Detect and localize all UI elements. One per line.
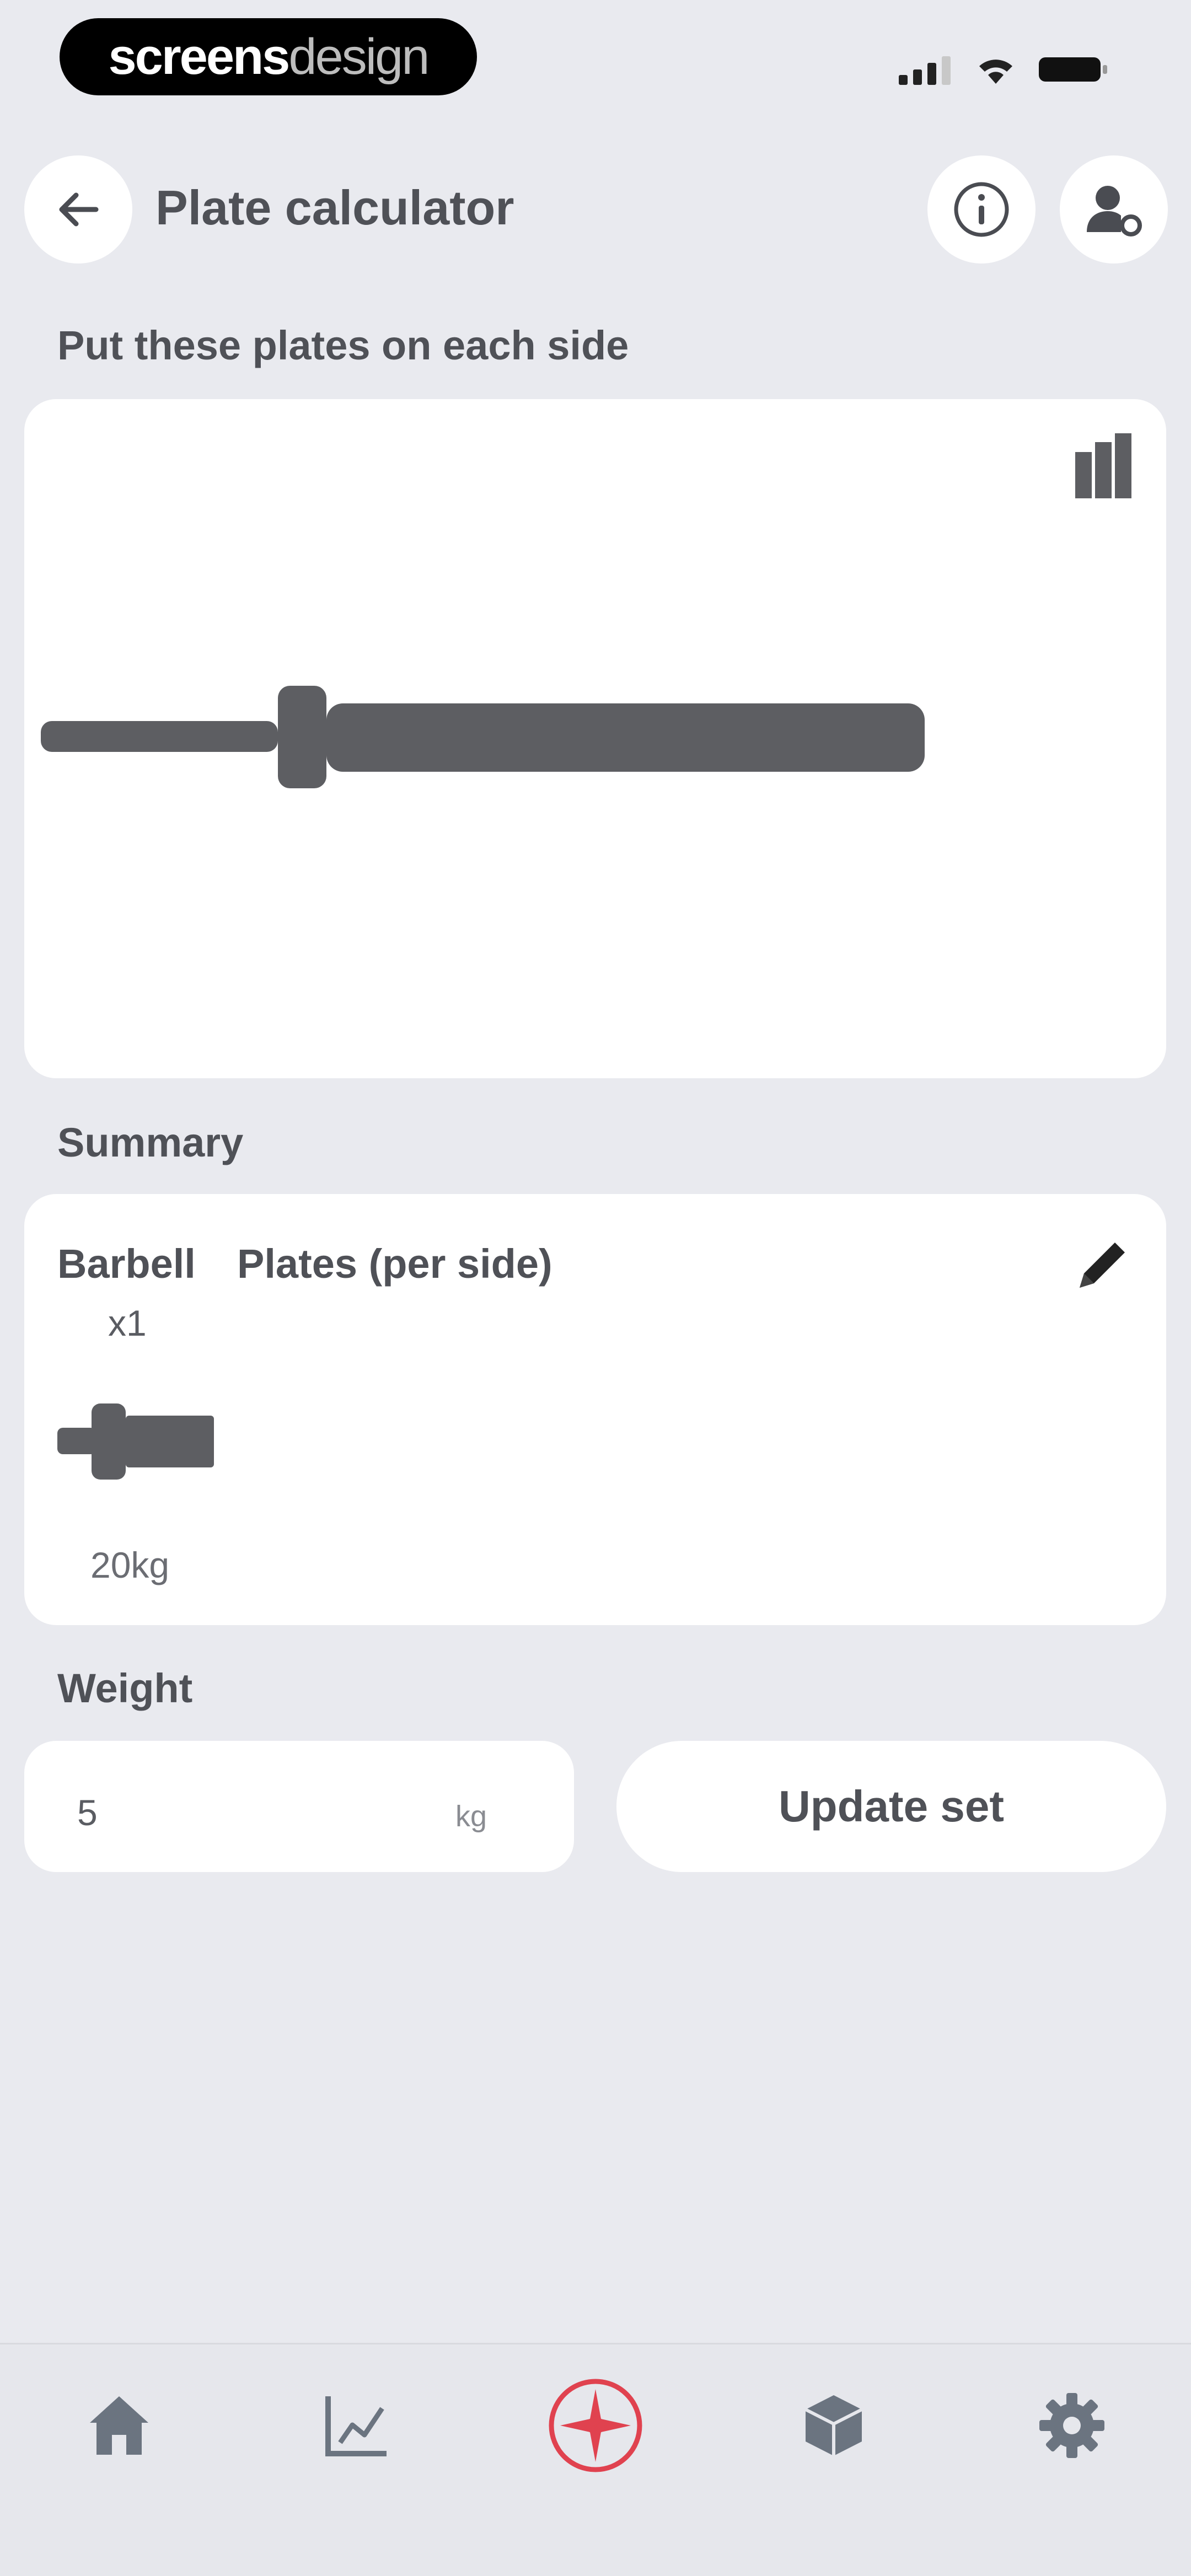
nav-item-exercises[interactable] [779,2370,889,2481]
weight-unit: kg [455,1800,487,1833]
brand-pill: screens design [60,18,477,95]
barbell-disc-icon [549,2379,642,2472]
home-icon [90,2396,148,2455]
plates-stack-icon[interactable] [1072,430,1136,502]
cellular-signal-icon [899,56,951,85]
wifi-icon [979,60,1012,84]
gear-icon [1039,2393,1104,2458]
chart-icon [325,2396,387,2456]
barbell-graphic [41,686,925,788]
info-button[interactable] [927,155,1036,263]
back-button[interactable] [24,155,132,263]
barbell-weight: 20kg [90,1545,170,1585]
summary-card: Barbell Plates (per side) x1 20kg [24,1194,1166,1625]
summary-section-label: Summary [57,1120,244,1165]
barbell-thumbnail [57,1403,214,1480]
barbell-visual-card [24,399,1166,1078]
profile-settings-button[interactable] [1060,155,1168,263]
nav-item-workout[interactable] [540,2370,651,2481]
plates-column-header: Plates (per side) [237,1241,552,1287]
weight-input[interactable] [24,1741,574,1872]
info-icon [954,182,1009,237]
plates-section-label: Put these plates on each side [57,322,629,368]
weight-section-label: Weight [57,1665,193,1711]
page-title: Plate calculator [155,180,514,235]
user-settings-icon [1087,186,1142,236]
weight-input-value[interactable]: 5 [77,1792,98,1833]
nav-item-home[interactable] [64,2370,174,2481]
cube-icon [804,2395,863,2456]
arrow-left-icon [59,192,99,227]
brand-text-bold: screens [108,28,291,85]
barbell-column-header: Barbell [57,1241,196,1287]
update-set-button[interactable]: Update set [616,1741,1166,1872]
nav-item-settings[interactable] [1017,2370,1127,2481]
brand-text-light: design [288,28,430,85]
battery-icon [1039,57,1107,82]
nav-item-progress[interactable] [301,2370,411,2481]
status-icons [899,49,1119,90]
barbell-count: x1 [108,1303,147,1343]
pencil-icon[interactable] [1072,1235,1133,1295]
